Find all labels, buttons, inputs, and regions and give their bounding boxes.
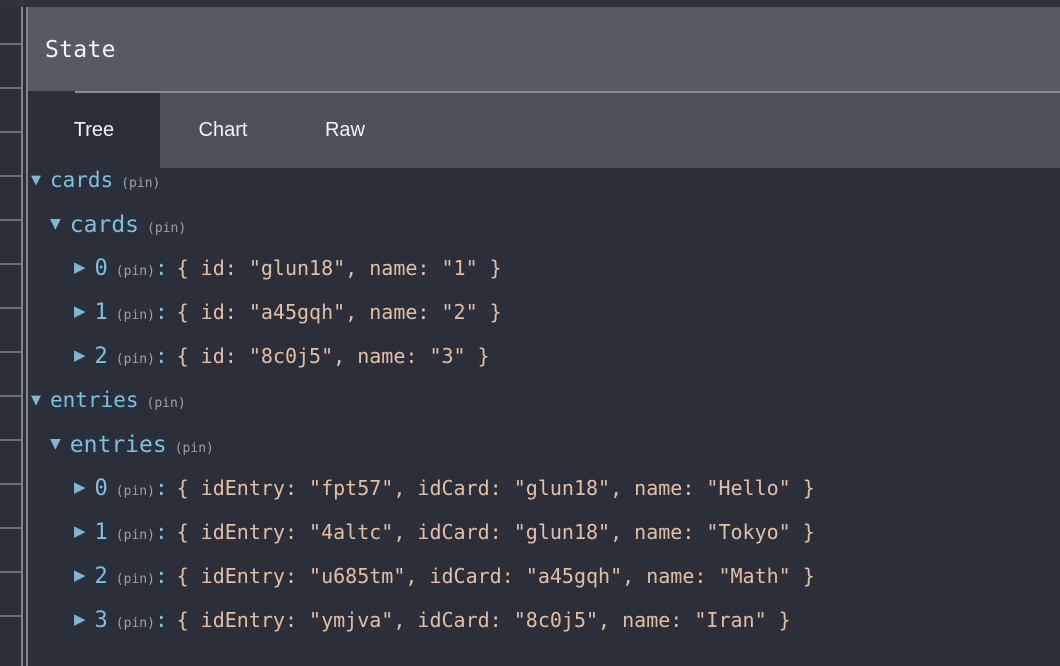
tree-node-key: entries [69, 432, 167, 458]
tree-node-card-item[interactable]: ▶ 2 (pin) : { id: "8c0j5", name: "3" } [28, 344, 1060, 388]
tree-node-preview: { id: "8c0j5", name: "3" } [176, 344, 490, 368]
colon-separator: : [154, 256, 168, 280]
devtools-state-panel: State Tree Chart Raw ▼ cards (pin) ▼ car… [0, 0, 1060, 666]
tab-raw-label: Raw [324, 119, 365, 141]
tree-node-card-item[interactable]: ▶ 0 (pin) : { id: "glun18", name: "1" } [28, 256, 1060, 300]
tree-node-preview: { idEntry: "u685tm", idCard: "a45gqh", n… [176, 564, 815, 588]
chevron-down-icon[interactable]: ▼ [50, 437, 61, 451]
tree-node-entries-child[interactable]: ▼ entries (pin) [28, 432, 1060, 476]
background-list-panel [0, 7, 21, 666]
colon-separator: : [154, 520, 168, 544]
pin-label[interactable]: (pin) [116, 616, 155, 631]
chevron-right-icon[interactable]: ▶ [74, 304, 86, 319]
tab-raw[interactable]: Raw [286, 93, 404, 168]
pin-label[interactable]: (pin) [116, 572, 155, 587]
colon-separator: : [154, 300, 168, 324]
chevron-down-icon[interactable]: ▼ [31, 174, 41, 187]
tree-node-index: 0 [94, 476, 108, 501]
chevron-down-icon[interactable]: ▼ [31, 394, 41, 407]
tree-node-card-item[interactable]: ▶ 1 (pin) : { id: "a45gqh", name: "2" } [28, 300, 1060, 344]
tab-tree-label: Tree [73, 119, 115, 141]
pin-label[interactable]: (pin) [116, 352, 155, 367]
tree-node-index: 1 [94, 520, 108, 545]
tab-tree[interactable]: Tree [28, 93, 160, 168]
tree-node-index: 2 [94, 564, 108, 589]
tree-node-entry-item[interactable]: ▶ 0 (pin) : { idEntry: "fpt57", idCard: … [28, 476, 1060, 520]
pin-label[interactable]: (pin) [147, 221, 186, 236]
tree-node-cards-child[interactable]: ▼ cards (pin) [28, 212, 1060, 256]
tree-node-key: entries [50, 388, 139, 412]
tree-node-preview: { idEntry: "ymjva", idCard: "8c0j5", nam… [176, 608, 791, 632]
pin-label[interactable]: (pin) [116, 528, 155, 543]
pin-label[interactable]: (pin) [147, 396, 186, 411]
colon-separator: : [154, 344, 168, 368]
colon-separator: : [154, 476, 168, 500]
chevron-right-icon[interactable]: ▶ [74, 348, 86, 363]
tree-node-preview: { id: "a45gqh", name: "2" } [176, 300, 502, 324]
tree-node-entries-root[interactable]: ▼ entries (pin) [28, 388, 1060, 432]
tree-node-index: 3 [94, 608, 108, 633]
pin-label[interactable]: (pin) [116, 264, 155, 279]
tree-node-entry-item[interactable]: ▶ 3 (pin) : { idEntry: "ymjva", idCard: … [28, 608, 1060, 652]
chevron-right-icon[interactable]: ▶ [74, 612, 86, 627]
page-title: State [45, 37, 116, 63]
colon-separator: : [154, 608, 168, 632]
tree-node-preview: { idEntry: "4altc", idCard: "glun18", na… [176, 520, 815, 544]
tree-node-key: cards [50, 168, 114, 192]
tree-node-cards-root[interactable]: ▼ cards (pin) [28, 168, 1060, 212]
chevron-right-icon[interactable]: ▶ [74, 480, 86, 495]
tree-node-index: 0 [94, 256, 108, 281]
pin-label[interactable]: (pin) [175, 441, 214, 456]
tree-node-preview: { idEntry: "fpt57", idCard: "glun18", na… [176, 476, 815, 500]
pin-label[interactable]: (pin) [116, 308, 155, 323]
chevron-down-icon[interactable]: ▼ [50, 217, 61, 231]
pin-label[interactable]: (pin) [116, 484, 155, 499]
tree-node-key: cards [69, 212, 140, 238]
window-top-strip [0, 0, 1060, 7]
chevron-right-icon[interactable]: ▶ [74, 260, 86, 275]
tree-node-entry-item[interactable]: ▶ 2 (pin) : { idEntry: "u685tm", idCard:… [28, 564, 1060, 608]
tree-node-preview: { id: "glun18", name: "1" } [176, 256, 502, 280]
chevron-right-icon[interactable]: ▶ [74, 568, 86, 583]
tree-node-index: 1 [94, 300, 108, 325]
tab-chart[interactable]: Chart [160, 93, 286, 168]
tab-bar: Tree Chart Raw [28, 93, 1060, 168]
panel-titlebar: State [28, 7, 1060, 91]
pin-label[interactable]: (pin) [121, 176, 160, 191]
chevron-right-icon[interactable]: ▶ [74, 524, 86, 539]
tree-node-index: 2 [94, 344, 108, 369]
colon-separator: : [154, 564, 168, 588]
tab-chart-label: Chart [198, 119, 248, 141]
state-panel-main: State Tree Chart Raw ▼ cards (pin) ▼ car… [28, 7, 1060, 666]
state-tree: ▼ cards (pin) ▼ cards (pin) ▶ 0 (pin) : … [28, 168, 1060, 666]
tree-node-entry-item[interactable]: ▶ 1 (pin) : { idEntry: "4altc", idCard: … [28, 520, 1060, 564]
